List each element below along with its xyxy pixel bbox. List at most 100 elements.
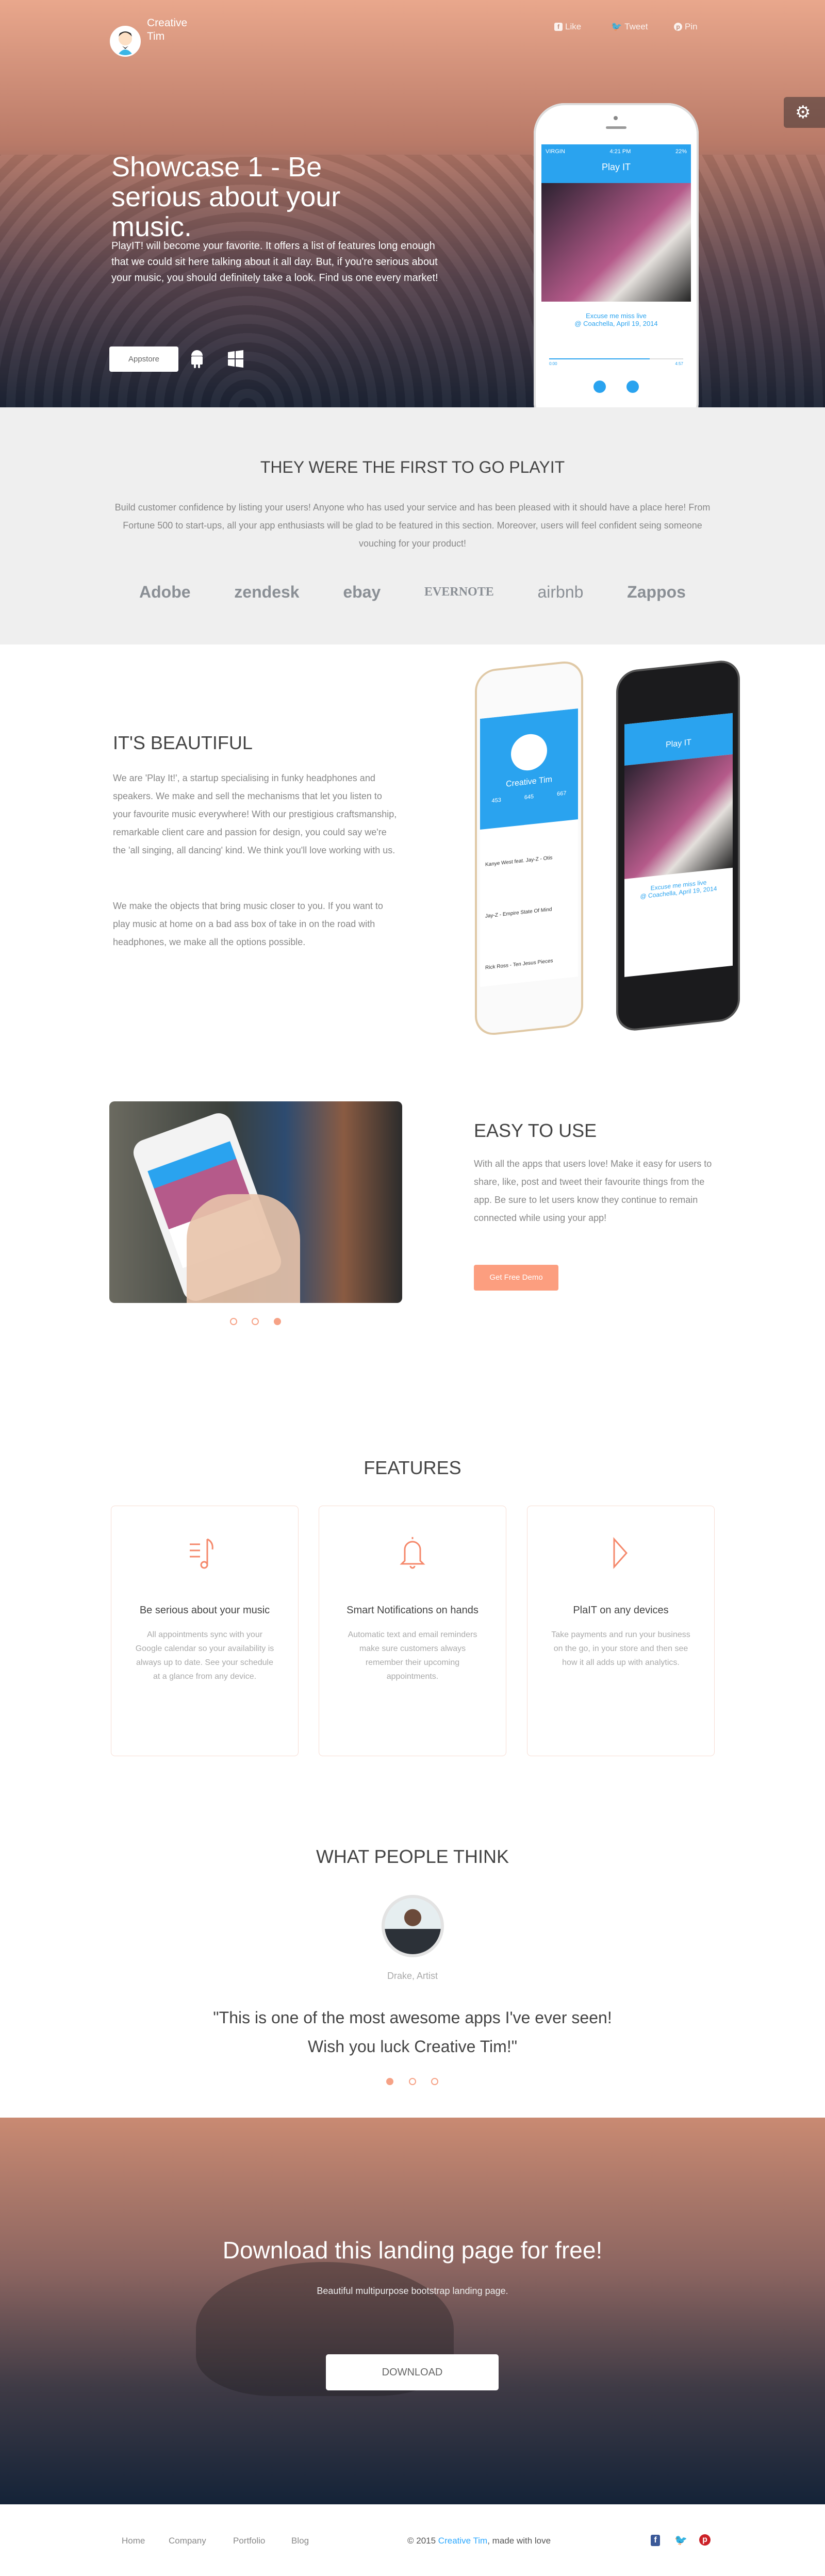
facebook-icon[interactable]: f [651, 2535, 660, 2546]
profile-name: Creative Tim [506, 775, 552, 789]
beautiful-text-1: We are 'Play It!', a startup specialisin… [113, 773, 397, 855]
pinterest-icon: p [674, 23, 682, 31]
tweet-label: Tweet [624, 22, 648, 31]
feature-card: Smart Notifications on hands Automatic t… [319, 1506, 506, 1756]
appstore-button[interactable]: Appstore [109, 346, 178, 372]
twitter-icon: 🐦 [611, 22, 622, 31]
logo-airbnb: airbnb [537, 583, 584, 601]
client-logos: Adobe zendesk ebay EVERNOTE airbnb Zappo… [139, 583, 686, 602]
feature-text: Automatic text and email reminders make … [348, 1630, 477, 1681]
carousel-dot-3[interactable] [274, 1318, 281, 1325]
feed-item[interactable]: Rick Ross - Ten Jesus Pieces [485, 933, 573, 987]
concert-photo [541, 183, 691, 302]
music-note-icon [190, 1538, 213, 1569]
feature-title: Be serious about your music [139, 1605, 270, 1616]
stat-likes: 667 [557, 790, 567, 798]
song-title: Excuse me miss live [586, 312, 647, 320]
download-subtitle: Beautiful multipurpose bootstrap landing… [317, 2286, 508, 2296]
easy-text: With all the apps that users love! Make … [474, 1159, 712, 1223]
stat-plays: 453 [491, 797, 501, 804]
clients-text: Build customer confidence by listing you… [114, 502, 711, 549]
song-venue: @ Coachella, April 19, 2014 [574, 320, 658, 327]
testimonials-title: WHAT PEOPLE THINK [316, 1846, 509, 1867]
time-start: 0:00 [549, 361, 557, 366]
hand-phone-photo [109, 1101, 402, 1303]
app-title: Play IT [601, 162, 631, 172]
play-icon[interactable] [593, 381, 606, 393]
get-free-demo-button[interactable]: Get Free Demo [474, 1265, 558, 1291]
feature-text: All appointments sync with your Google c… [135, 1630, 274, 1681]
time-end: 4:57 [675, 361, 683, 366]
facebook-icon: f [554, 23, 563, 31]
pin-label: Pin [685, 22, 698, 31]
testimonial-avatar [382, 1895, 444, 1957]
logo-zappos: Zappos [627, 583, 686, 601]
settings-gear-icon[interactable]: ⚙ [784, 97, 825, 128]
easy-title: EASY TO USE [474, 1120, 597, 1141]
feature-title: Smart Notifications on hands [346, 1605, 478, 1616]
feed-item[interactable]: Jay-Z - Empire State Of Mind [485, 882, 573, 943]
footer-blog-link[interactable]: Blog [291, 2536, 309, 2546]
download-button[interactable]: DOWNLOAD [326, 2354, 499, 2390]
feature-title: PlaIT on any devices [573, 1605, 669, 1616]
testimonial-name: Drake, Artist [387, 1971, 438, 1981]
feature-card: Be serious about your music All appointm… [111, 1506, 299, 1756]
gold-phone-mockup: Creative Tim 453 645 667 Kanye West feat. … [475, 659, 583, 1037]
footer-company-link[interactable]: Company [169, 2536, 206, 2546]
like-label: Like [565, 22, 582, 31]
carousel-dot-2[interactable] [252, 1318, 259, 1325]
hero-text: PlayIT! will become your favorite. It of… [111, 240, 438, 284]
copyright-prefix: © 2015 [407, 2536, 438, 2546]
footer-portfolio-link[interactable]: Portfolio [233, 2536, 265, 2546]
like-link[interactable]: f Like [554, 22, 581, 32]
play-icon [613, 1537, 628, 1569]
feature-text: Take payments and run your business on t… [551, 1630, 690, 1667]
feed-item[interactable]: Kanye West feat. Jay-Z - Otis [485, 830, 573, 891]
windows-icon[interactable] [227, 350, 244, 370]
download-section: Download this landing page for free! Bea… [0, 2118, 825, 2504]
appstore-label: Appstore [128, 355, 160, 364]
hero-title: Showcase 1 - Be serious about your music… [111, 152, 341, 242]
testimonial-dot-2[interactable] [409, 2078, 416, 2085]
creative-tim-link[interactable]: Creative Tim [438, 2536, 487, 2546]
pinterest-icon[interactable]: p [699, 2534, 711, 2546]
logo-adobe: Adobe [139, 583, 191, 601]
clients-section: THEY WERE THE FIRST TO GO PLAYIT Build c… [0, 407, 825, 645]
profile-avatar [511, 732, 547, 772]
tweet-link[interactable]: 🐦 Tweet [611, 22, 648, 32]
progress-bar[interactable] [549, 358, 650, 359]
features-title: FEATURES [364, 1457, 461, 1478]
android-icon[interactable] [188, 350, 206, 370]
bell-icon [400, 1537, 425, 1569]
beautiful-text-2: We make the objects that bring music clo… [113, 901, 383, 947]
logo-ebay: ebay [343, 583, 381, 601]
copyright-suffix: , made with love [487, 2536, 551, 2546]
hero-phone-mockup: VIRGIN 4:21 PM 22% Play IT Excuse me miss … [534, 103, 699, 407]
pin-link[interactable]: p Pin [674, 22, 698, 32]
carrier: VIRGIN [546, 148, 565, 155]
testimonial-dot-1[interactable] [386, 2078, 393, 2085]
share-icon[interactable] [626, 381, 639, 393]
app-header: VIRGIN 4:21 PM 22% Play IT [541, 144, 691, 183]
logo-evernote: EVERNOTE [424, 585, 494, 599]
clients-title: THEY WERE THE FIRST TO GO PLAYIT [260, 458, 565, 476]
brand-name[interactable]: Creative Tim [147, 16, 193, 43]
testimonial-quote: "This is one of the most awesome apps I'… [213, 2008, 612, 2056]
stat-listeners: 645 [524, 794, 534, 801]
copyright: © 2015 Creative Tim, made with love [407, 2536, 551, 2546]
beautiful-title: IT'S BEAUTIFUL [113, 732, 253, 753]
testimonial-dot-3[interactable] [431, 2078, 438, 2085]
carousel-dot-1[interactable] [230, 1318, 237, 1325]
hero-section: Creative Tim f Like 🐦 Tweet p Pin ⚙ Showcas… [0, 0, 825, 407]
footer-home-link[interactable]: Home [122, 2536, 145, 2546]
black-phone-mockup: Play IT Excuse me miss live @ Coachella,… [616, 658, 740, 1033]
download-title: Download this landing page for free! [222, 2237, 603, 2264]
logo-zendesk: zendesk [234, 583, 300, 601]
feed-list: Kanye West feat. Jay-Z - Otis Jay-Z - Em… [480, 819, 578, 987]
clock: 4:21 PM [609, 148, 631, 155]
concert-photo [624, 754, 733, 879]
logo-avatar[interactable] [110, 26, 141, 57]
twitter-icon[interactable]: 🐦 [674, 2534, 687, 2547]
feature-card: PlaIT on any devices Take payments and r… [527, 1506, 715, 1756]
battery: 22% [675, 148, 687, 155]
